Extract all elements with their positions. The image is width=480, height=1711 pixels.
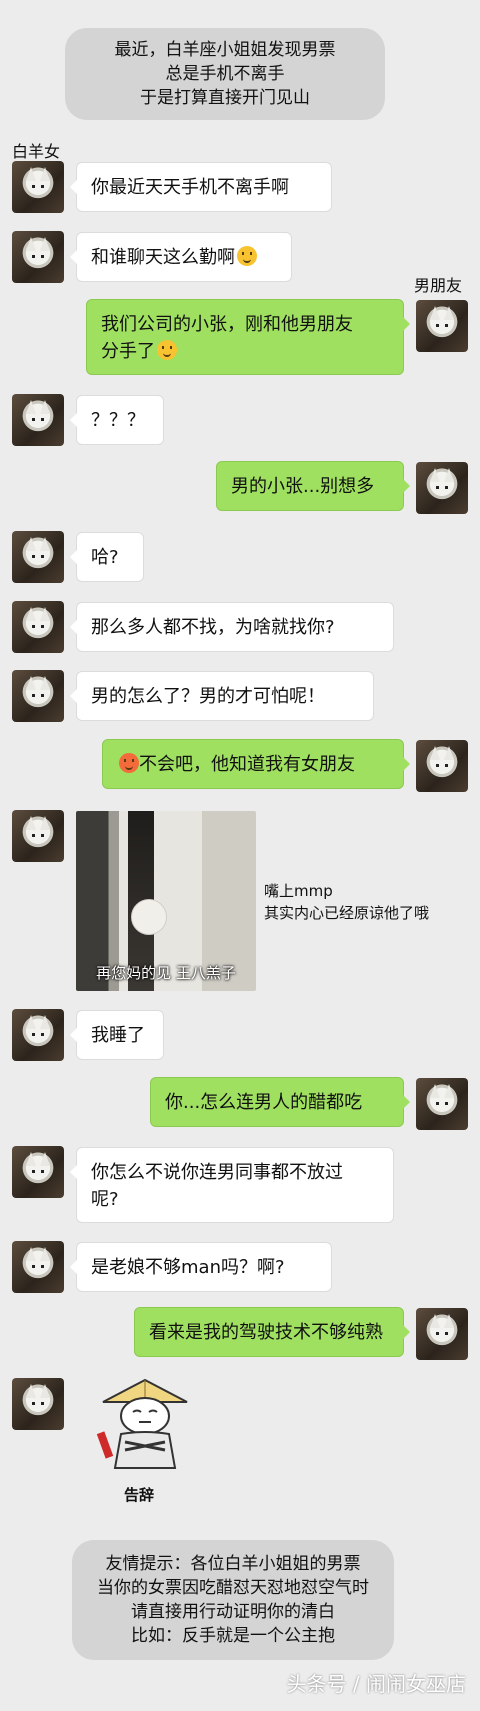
tips-notice: 友情提示：各位白羊小姐姐的男票 当你的女票因吃醋怼天怼地怼空气时 请直接用行动证… xyxy=(72,1540,394,1660)
aries-girl-avatar[interactable] xyxy=(12,601,64,653)
aries-girl-avatar[interactable] xyxy=(12,1146,64,1198)
tips-line-3: 请直接用行动证明你的清白 xyxy=(131,1602,335,1622)
message-bubble[interactable]: 是老娘不够man吗？啊? xyxy=(70,1242,332,1292)
boyfriend-avatar[interactable] xyxy=(416,740,468,792)
message-bubble[interactable]: 你...怎么连男人的醋都吃 xyxy=(150,1077,410,1127)
left-sender-name: 白羊女 xyxy=(12,142,61,161)
message-bubble[interactable]: 我睡了 xyxy=(70,1010,164,1060)
footer-watermark: 头条号 / 闹闹女巫店 xyxy=(286,1672,466,1696)
tips-line-4: 比如：反手就是一个公主抱 xyxy=(131,1626,335,1646)
sticker-label: 告辞 xyxy=(124,1486,155,1504)
message-text: 你...怎么连男人的醋都吃 xyxy=(165,1092,363,1113)
cry-laugh-emoji-icon xyxy=(157,340,177,360)
message-text: ？？？ xyxy=(91,410,145,431)
intro-notice: 最近，白羊座小姐姐发现男票 总是手机不离手 于是打算直接开门见山 xyxy=(65,28,385,120)
side-note-line-2: 其实内心已经原谅他了哦 xyxy=(264,904,430,922)
aries-girl-avatar[interactable] xyxy=(12,670,64,722)
message-bubble[interactable]: ？？？ xyxy=(70,395,164,445)
message-bubble[interactable]: 男的小张...别想多 xyxy=(216,461,410,511)
aries-girl-avatar[interactable] xyxy=(12,1009,64,1061)
message-text: 哈? xyxy=(91,547,119,568)
aries-girl-avatar[interactable] xyxy=(12,810,64,862)
message-text-line-1: 我们公司的小张，刚和他男朋友 xyxy=(101,314,353,335)
aries-girl-avatar[interactable] xyxy=(12,1378,64,1430)
message-bubble[interactable]: 哈? xyxy=(70,532,144,582)
message-bubble[interactable]: 我们公司的小张，刚和他男朋友 分手了 xyxy=(86,299,410,375)
boyfriend-avatar[interactable] xyxy=(416,462,468,514)
tips-line-1: 友情提示：各位白羊小姐姐的男票 xyxy=(105,1554,361,1574)
meme-caption: 再您妈的见 王八羔子 xyxy=(96,964,236,982)
message-text: 看来是我的驾驶技术不够纯熟 xyxy=(149,1322,383,1343)
boyfriend-avatar[interactable] xyxy=(416,300,468,352)
message-text: 不会吧，他知道我有女朋友 xyxy=(139,754,355,775)
farewell-sticker-icon[interactable] xyxy=(95,1372,195,1472)
message-bubble[interactable]: 你最近天天手机不离手啊 xyxy=(70,162,332,212)
message-text: 那么多人都不找，为啥就找你? xyxy=(91,617,335,638)
message-bubble[interactable]: 男的怎么了？男的才可怕呢！ xyxy=(70,671,374,721)
message-text: 你最近天天手机不离手啊 xyxy=(91,177,289,198)
aries-girl-avatar[interactable] xyxy=(12,531,64,583)
aries-girl-avatar[interactable] xyxy=(12,394,64,446)
message-text: 和谁聊天这么勤啊 xyxy=(91,247,235,268)
message-text: 男的小张...别想多 xyxy=(231,476,375,497)
aries-girl-avatar[interactable] xyxy=(12,1241,64,1293)
message-bubble[interactable]: 那么多人都不找，为啥就找你? xyxy=(70,602,394,652)
right-sender-name: 男朋友 xyxy=(414,276,463,295)
aries-girl-avatar[interactable] xyxy=(12,231,64,283)
message-text: 男的怎么了？男的才可怕呢！ xyxy=(91,686,325,707)
tips-line-2: 当你的女票因吃醋怼天怼地怼空气时 xyxy=(97,1578,369,1598)
aries-girl-avatar[interactable] xyxy=(12,161,64,213)
boyfriend-avatar[interactable] xyxy=(416,1078,468,1130)
intro-line-1: 最近，白羊座小姐姐发现男票 xyxy=(114,40,336,60)
message-bubble[interactable]: 和谁聊天这么勤啊 xyxy=(70,232,292,282)
boyfriend-avatar[interactable] xyxy=(416,1308,468,1360)
message-text-line-2: 呢? xyxy=(91,1189,119,1210)
message-text-line-1: 你怎么不说你连男同事都不放过 xyxy=(91,1162,343,1183)
side-note-line-1: 嘴上mmp xyxy=(264,882,333,900)
message-text: 我睡了 xyxy=(91,1025,145,1046)
message-bubble[interactable]: 你怎么不说你连男同事都不放过 呢? xyxy=(70,1147,394,1223)
intro-line-2: 总是手机不离手 xyxy=(165,64,285,84)
message-text-line-2: 分手了 xyxy=(101,341,155,362)
message-bubble[interactable]: 不会吧，他知道我有女朋友 xyxy=(102,739,410,789)
angry-emoji-icon xyxy=(119,753,139,773)
smile-emoji-icon xyxy=(237,246,257,266)
intro-line-3: 于是打算直接开门见山 xyxy=(140,88,310,108)
message-bubble[interactable]: 看来是我的驾驶技术不够纯熟 xyxy=(134,1307,410,1357)
door-peek-meme-image[interactable]: 再您妈的见 王八羔子 xyxy=(76,811,256,991)
message-text: 是老娘不够man吗？啊? xyxy=(91,1257,285,1278)
side-note: 嘴上mmp 其实内心已经原谅他了哦 xyxy=(264,880,429,924)
